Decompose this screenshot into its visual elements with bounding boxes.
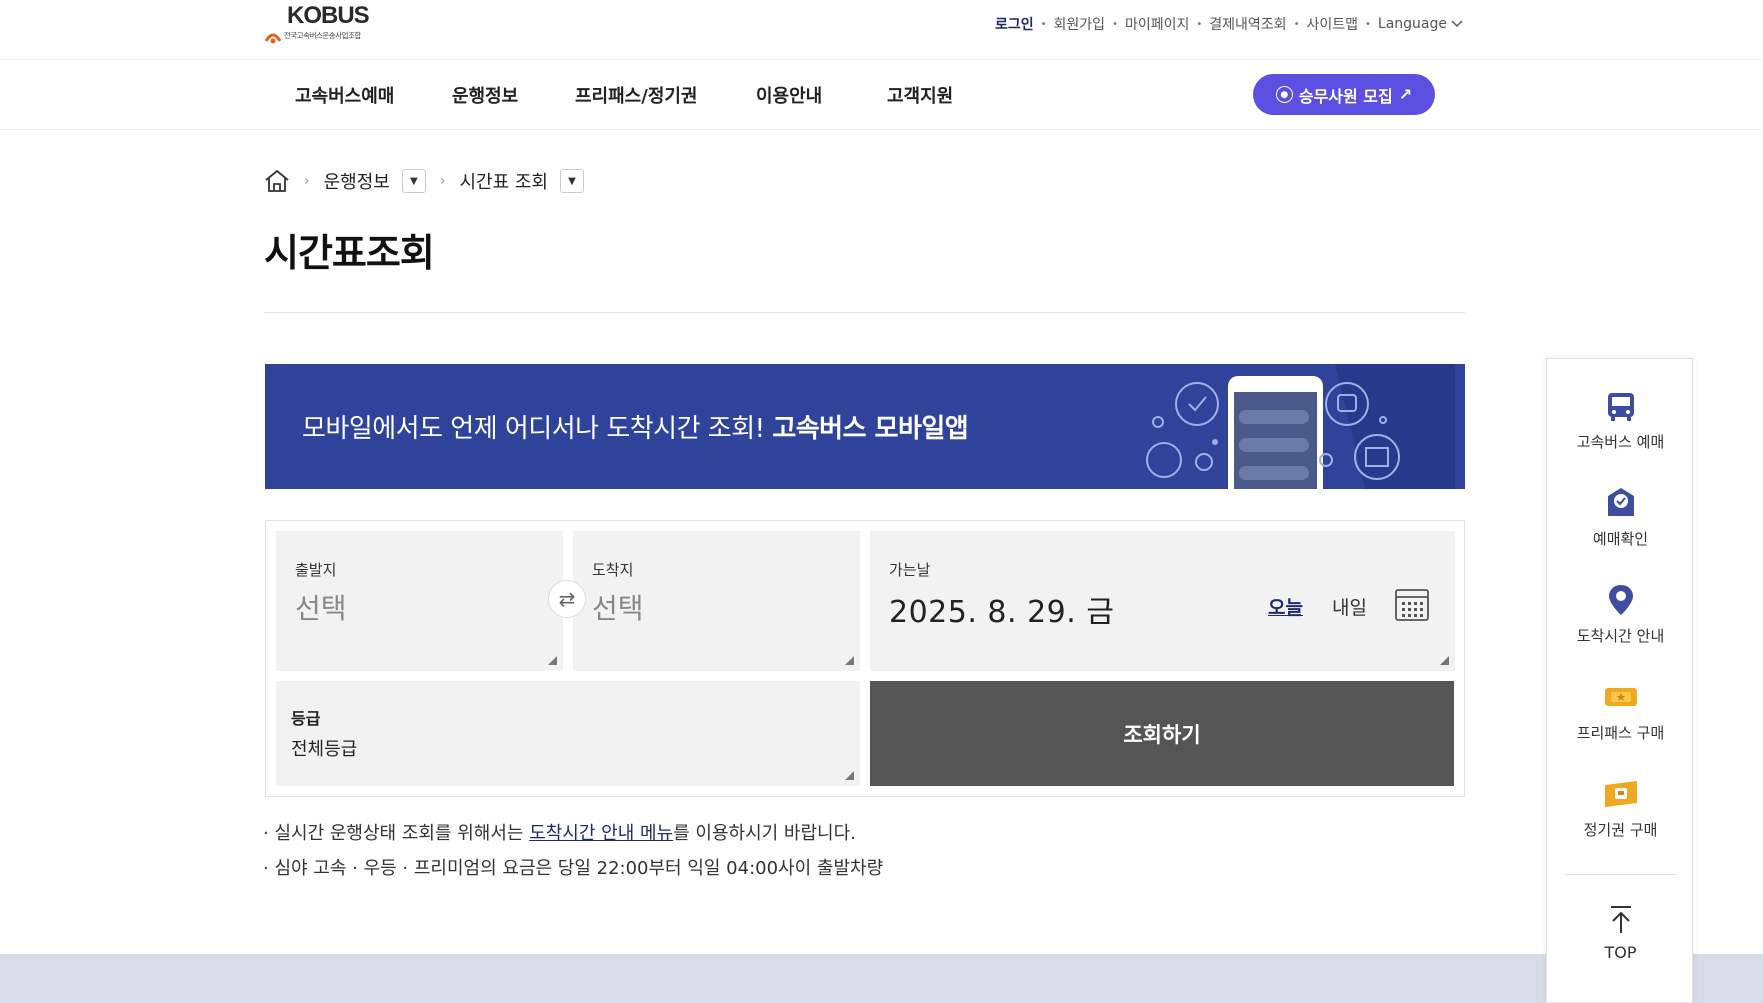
language-label: Language: [1377, 16, 1447, 32]
chevron-right-icon: ›: [304, 173, 310, 189]
notice-text: 실시간 운행상태 조회를 위해서는: [274, 823, 530, 844]
corner-marker-icon: [1440, 656, 1449, 665]
sitemap-link[interactable]: 사이트맵: [1306, 14, 1358, 34]
page-title: 시간표조회: [264, 231, 435, 275]
separator-dot: •: [1365, 18, 1371, 30]
quick-item-label: 프리패스 구매: [1576, 724, 1665, 742]
breadcrumb-level1: 운행정보: [323, 172, 390, 193]
logo-mark-icon: [265, 33, 281, 44]
nav-item-support[interactable]: 고객지원: [887, 82, 953, 108]
breadcrumb-level2: 시간표 조회: [459, 172, 548, 193]
separator-dot: •: [1040, 18, 1047, 30]
mobile-app-illustration: [1146, 364, 1455, 489]
banner-text-normal: 모바일에서도 언제 어디서나 도착시간 조회!: [302, 414, 765, 444]
season-ticket-icon: [1604, 781, 1637, 807]
divider: [264, 312, 1465, 313]
scroll-top-button[interactable]: TOP: [1547, 905, 1694, 962]
quick-item-reservation[interactable]: 고속버스 예매: [1547, 389, 1694, 452]
notice-text: 심야 고속 · 우등 · 프리미엄의 요금은 당일 22:00부터 익일 04:…: [274, 858, 884, 879]
notice-list: · 실시간 운행상태 조회를 위해서는 도착시간 안내 메뉴를 이용하시기 바랍…: [263, 816, 883, 886]
swap-arrows-icon: ⇄: [558, 587, 576, 611]
payment-history-link[interactable]: 결제내역조회: [1209, 14, 1286, 34]
quick-item-label: 예매확인: [1592, 530, 1649, 548]
quick-menu-divider: [1565, 874, 1676, 875]
grade-value: 전체등급: [291, 739, 358, 760]
quick-item-season-ticket[interactable]: 정기권 구매: [1547, 777, 1694, 840]
person-icon: ●: [1275, 86, 1293, 103]
top-label: TOP: [1604, 943, 1637, 962]
notice-item: · 실시간 운행상태 조회를 위해서는 도착시간 안내 메뉴를 이용하시기 바랍…: [263, 823, 856, 844]
notice-text: 를 이용하시기 바랍니다.: [673, 823, 856, 844]
swap-route-button[interactable]: ⇄: [548, 580, 586, 618]
logo-text: KOBUS: [287, 2, 370, 29]
separator-dot: •: [1196, 18, 1203, 30]
tomorrow-button[interactable]: 내일: [1332, 593, 1367, 620]
utility-links: 로그인 • 회원가입 • 마이페이지 • 결제내역조회 • 사이트맵 • Lan…: [995, 14, 1463, 34]
chevron-right-icon: ›: [439, 173, 446, 189]
kobus-logo[interactable]: KOBUS 전국고속버스운송사업조합: [265, 2, 375, 46]
corner-marker-icon: [548, 656, 557, 665]
footer-band: [0, 954, 1763, 1003]
arrival-value: 선택: [592, 592, 644, 625]
grade-field[interactable]: 등급 전체등급: [276, 681, 860, 786]
quick-item-label: 정기권 구매: [1583, 821, 1658, 839]
quick-item-confirm[interactable]: 예매확인: [1547, 486, 1694, 549]
ticket-check-icon: [1607, 488, 1634, 516]
mypage-link[interactable]: 마이페이지: [1125, 14, 1189, 34]
separator-dot: •: [1112, 18, 1118, 30]
notice-item: · 심야 고속 · 우등 · 프리미엄의 요금은 당일 22:00부터 익일 0…: [263, 858, 884, 879]
corner-marker-icon: [845, 656, 854, 665]
grade-label: 등급: [291, 709, 321, 728]
logo-subtitle: 전국고속버스운송사업조합: [284, 31, 361, 40]
crew-recruit-button[interactable]: ● 승무사원 모집 ↗: [1253, 74, 1435, 115]
chevron-down-icon: [1451, 20, 1463, 28]
bus-icon: [1607, 393, 1634, 421]
nav-item-freepass[interactable]: 프리패스/정기권: [575, 82, 698, 108]
signup-link[interactable]: 회원가입: [1054, 14, 1106, 34]
login-link[interactable]: 로그인: [995, 14, 1034, 34]
corner-marker-icon: [845, 771, 854, 780]
top-utility-bar: KOBUS 전국고속버스운송사업조합 로그인 • 회원가입 • 마이페이지 • …: [0, 0, 1763, 60]
breadcrumb-level1-dropdown[interactable]: ▼: [401, 169, 426, 193]
arrival-field[interactable]: 도착지 선택: [573, 531, 860, 671]
location-pin-icon: [1608, 585, 1633, 615]
banner-text-bold: 고속버스 모바일앱: [772, 414, 969, 444]
separator-dot: •: [1293, 18, 1300, 30]
departure-label: 출발지: [295, 561, 337, 579]
today-button[interactable]: 오늘: [1268, 593, 1303, 620]
quick-item-label: 고속버스 예매: [1576, 433, 1665, 451]
crew-recruit-label: 승무사원 모집: [1298, 86, 1393, 106]
calendar-icon[interactable]: [1394, 587, 1430, 623]
arrival-label: 도착지: [592, 561, 634, 579]
external-arrow-icon: ↗: [1398, 85, 1413, 104]
nav-item-reservation[interactable]: 고속버스예매: [295, 82, 394, 108]
nav-item-operation-info[interactable]: 운행정보: [452, 82, 518, 108]
arrival-time-menu-link[interactable]: 도착시간 안내 메뉴: [529, 823, 673, 844]
date-field[interactable]: 가는날 2025. 8. 29. 금 오늘 내일: [870, 531, 1455, 671]
main-navigation: 고속버스예매 운행정보 프리패스/정기권 이용안내 고객지원: [0, 60, 1763, 130]
quick-item-freepass[interactable]: 프리패스 구매: [1547, 680, 1694, 743]
quick-menu: 고속버스 예매 예매확인 도착시간 안내 프리패스 구매 정기권 구매 TOP: [1546, 358, 1693, 1003]
quick-item-label: 도착시간 안내: [1576, 627, 1665, 645]
date-value: 2025. 8. 29. 금: [889, 595, 1115, 630]
departure-value: 선택: [295, 592, 347, 625]
breadcrumb-level2-dropdown[interactable]: ▼: [560, 169, 584, 193]
arrow-up-icon: [1610, 906, 1631, 933]
mobile-app-banner[interactable]: 모바일에서도 언제 어디서나 도착시간 조회! 고속버스 모바일앱: [265, 364, 1465, 489]
language-select[interactable]: Language: [1378, 16, 1463, 32]
nav-item-guide[interactable]: 이용안내: [756, 82, 822, 108]
date-label: 가는날: [889, 561, 931, 579]
quick-item-arrival[interactable]: 도착시간 안내: [1547, 583, 1694, 646]
banner-text: 모바일에서도 언제 어디서나 도착시간 조회! 고속버스 모바일앱: [302, 408, 969, 445]
home-icon[interactable]: [264, 169, 290, 193]
breadcrumb: › 운행정보 ▼ › 시간표 조회 ▼: [264, 168, 584, 194]
search-button[interactable]: 조회하기: [870, 681, 1454, 786]
departure-field[interactable]: 출발지 선택: [276, 531, 563, 671]
freepass-ticket-icon: [1604, 688, 1637, 706]
